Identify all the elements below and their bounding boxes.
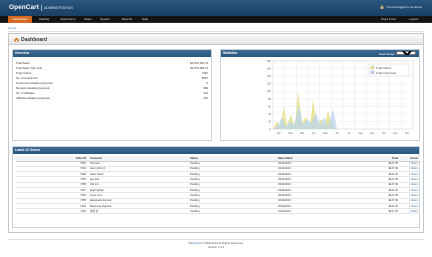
view-order-link[interactable]: [ View ] <box>410 199 418 202</box>
x-tick: Sep <box>370 132 375 135</box>
range-label: Select Range: <box>378 53 395 56</box>
dashboard-box: Dashboard Overview Total Sales: $4,915,1… <box>8 33 424 233</box>
home-icon <box>14 37 19 42</box>
x-tick: Feb <box>288 132 293 135</box>
y-tick: 80 <box>268 97 271 101</box>
overview-label: Total Sales: <box>16 61 31 65</box>
admin-subtitle: ADMINISTRATION <box>44 6 73 10</box>
range-selector: Select Range: Year <box>379 51 416 56</box>
statistics-chart: 180 160 140 120 100 80 60 40 20 0 Jan Fe… <box>267 59 414 135</box>
nav-sales[interactable]: Sales <box>82 16 94 23</box>
footer: OpenCart © 2009-2013 All Rights Reserved… <box>0 241 432 249</box>
x-tick: Oct <box>382 132 386 135</box>
latest-orders-panel: Latest 10 Orders Order ID Customer Statu… <box>12 146 420 228</box>
view-order-link[interactable]: [ View ] <box>410 178 418 181</box>
top-header: OpenCart ADMINISTRATION You are logged i… <box>0 0 432 16</box>
view-order-link[interactable]: [ View ] <box>410 194 418 197</box>
order-id: 7253 <box>16 208 88 215</box>
y-tick: 40 <box>268 112 271 116</box>
overview-value: 6837 <box>201 76 208 80</box>
y-axis-ticks: 180 160 140 120 100 80 60 40 20 0 <box>267 59 272 131</box>
order-date: 02/11/2013 <box>276 208 360 215</box>
overview-label: No. of Customers: <box>16 76 39 80</box>
nav-extensions[interactable]: Extensions <box>57 16 79 23</box>
view-order-link[interactable]: [ View ] <box>410 173 418 176</box>
overview-label: Customers Awaiting Approval: <box>16 81 54 85</box>
overview-label: Reviews Awaiting Approval: <box>16 86 51 90</box>
orders-table: Order ID Customer Status Date Added Tota… <box>16 156 420 215</box>
logo[interactable]: OpenCart <box>9 4 39 11</box>
nav-system[interactable]: System <box>98 16 112 23</box>
login-status-text: You are logged in as demo <box>386 5 422 9</box>
nav-catalog[interactable]: Catalog <box>36 16 52 23</box>
main-nav: Dashboard Catalog Extensions Sales Syste… <box>0 16 432 23</box>
x-tick: Jan <box>277 132 282 135</box>
order-total: $127.36 <box>360 208 400 215</box>
overview-value: $3,473,469.13 <box>190 66 208 70</box>
legend-label-customers: Total Customers <box>376 71 397 75</box>
legend-swatch-customers <box>370 70 375 75</box>
y-tick: 140 <box>267 74 272 78</box>
range-select[interactable]: Year <box>396 51 416 55</box>
statistics-panel: Statistics Select Range: Year 180 160 140… <box>220 49 420 141</box>
x-tick: Nov <box>393 132 398 135</box>
breadcrumb-home[interactable]: Home <box>8 26 16 30</box>
x-tick: Aug <box>358 132 363 135</box>
y-tick: 180 <box>267 59 272 63</box>
chart-legend: Total Orders Total Customers <box>368 63 410 77</box>
login-status: You are logged in as demo <box>380 5 422 9</box>
overview-panel: Overview Total Sales: $4,915,165.78 Tota… <box>12 49 212 141</box>
overview-label: Total Orders: <box>16 71 33 75</box>
view-order-link[interactable]: [ View ] <box>410 205 418 208</box>
nav-logout[interactable]: Logout <box>409 16 418 23</box>
footer-version: Version 1.5.6 <box>207 245 225 249</box>
y-tick: 100 <box>267 89 272 93</box>
view-order-link[interactable]: [ View ] <box>410 210 418 213</box>
y-tick: 160 <box>267 67 272 71</box>
overview-value: 7262 <box>201 71 208 75</box>
nav-reports[interactable]: Reports <box>119 16 135 23</box>
page-title: Dashboard <box>21 37 48 43</box>
x-tick: Apr <box>312 132 316 135</box>
y-tick: 0 <box>270 127 272 131</box>
x-tick: Mar <box>300 132 304 135</box>
orders-title: Latest 10 Orders <box>13 147 419 154</box>
x-tick: Jun <box>335 132 340 135</box>
overview-value: 201 <box>203 96 208 100</box>
footer-opencart-link[interactable]: OpenCart <box>188 241 200 245</box>
nav-dashboard[interactable]: Dashboard <box>8 16 32 23</box>
overview-value: 984 <box>203 86 208 90</box>
footer-divider <box>8 239 424 240</box>
view-order-link[interactable]: [ View ] <box>410 162 418 165</box>
order-status: Pending <box>188 208 276 215</box>
x-tick: Jul <box>347 132 351 135</box>
y-tick: 60 <box>268 104 271 108</box>
table-row: 7253 吉阿 杉 Pending 02/11/2013 $127.36 [ View ] <box>16 208 420 215</box>
x-tick: May <box>323 132 328 135</box>
view-order-link[interactable]: [ View ] <box>410 167 418 170</box>
order-customer: 吉阿 杉 <box>88 208 188 215</box>
overview-title: Overview <box>13 50 211 57</box>
breadcrumb-divider <box>8 31 424 32</box>
overview-value: $4,915,165.78 <box>190 61 208 65</box>
overview-value: 201 <box>203 91 208 95</box>
logo-divider <box>41 5 42 11</box>
lock-icon <box>381 5 384 9</box>
page-heading: Dashboard <box>9 34 423 45</box>
view-order-link[interactable]: [ View ] <box>410 183 418 186</box>
overview-label: Affiliates Awaiting Approval: <box>16 96 51 100</box>
nav-help[interactable]: Help <box>139 16 151 23</box>
legend-label-orders: Total Orders <box>376 66 392 70</box>
y-tick: 20 <box>268 119 271 123</box>
overview-label: Total Sales This Year: <box>16 66 43 70</box>
x-axis-ticks: Jan Feb Mar Apr May Jun Jul Aug Sep Oct … <box>277 132 410 135</box>
x-tick: Dec <box>405 132 410 135</box>
overview-value: 0 <box>206 81 208 85</box>
y-tick: 120 <box>267 82 272 86</box>
overview-label: No. of Affiliates: <box>16 91 36 95</box>
view-order-link[interactable]: [ View ] <box>410 189 418 192</box>
legend-swatch-orders <box>370 65 375 70</box>
nav-store-front[interactable]: Store Front <box>381 16 396 23</box>
